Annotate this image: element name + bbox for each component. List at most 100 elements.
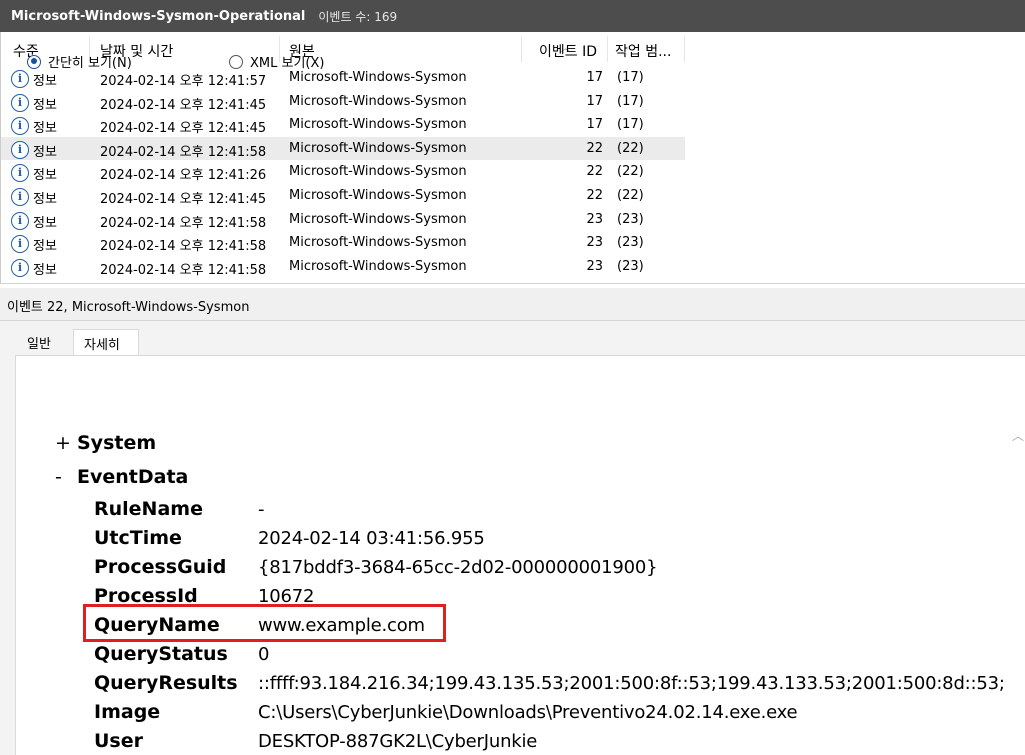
info-icon: i	[11, 93, 29, 112]
row-source: Microsoft-Windows-Sysmon	[289, 187, 467, 203]
table-row[interactable]: i 정보 2024-02-14 오후 12:41:45 Microsoft-Windo…	[1, 184, 685, 208]
field-value: 2024-02-14 03:41:56.955	[258, 528, 485, 549]
row-task: (22)	[617, 187, 644, 203]
row-event-id: 23	[586, 211, 603, 227]
row-source: Microsoft-Windows-Sysmon	[289, 93, 467, 109]
row-datetime: 2024-02-14 오후 12:41:58	[100, 239, 267, 255]
info-icon: i	[11, 211, 29, 230]
table-row[interactable]: i 정보 2024-02-14 오후 12:41:58 Microsoft-Windo…	[1, 136, 685, 161]
row-level: 정보	[33, 168, 57, 184]
radio-friendly-view[interactable]: 간단히 보기(N)	[27, 52, 132, 71]
row-source: Microsoft-Windows-Sysmon	[289, 211, 467, 227]
expand-icon[interactable]: +	[55, 432, 77, 454]
table-row[interactable]: i 정보 2024-02-14 오후 12:41:26 Microsoft-Windo…	[1, 160, 685, 184]
row-datetime: 2024-02-14 오후 12:41:58	[100, 144, 267, 160]
info-icon: i	[11, 187, 29, 206]
log-name: Microsoft-Windows-Sysmon-Operational	[11, 8, 306, 24]
row-task: (23)	[617, 235, 644, 251]
row-source: Microsoft-Windows-Sysmon	[289, 70, 467, 85]
field-value: 0	[258, 644, 270, 665]
event-rows: i 정보 2024-02-14 오후 12:41:57 Microsoft-Windo…	[1, 66, 685, 278]
row-task: (23)	[617, 258, 644, 274]
row-source: Microsoft-Windows-Sysmon	[289, 235, 467, 251]
field-name: UtcTime	[94, 527, 182, 549]
field-name: User	[94, 730, 143, 752]
radio-xml-label: XML 보기(X)	[250, 56, 325, 71]
tab-details[interactable]: 자세히	[73, 329, 139, 356]
section-eventdata[interactable]: - EventData	[55, 466, 188, 488]
scroll-up-icon[interactable]: ︿	[1012, 427, 1024, 444]
radio-friendly-label: 간단히 보기(N)	[48, 56, 132, 71]
section-system-label: System	[77, 432, 157, 454]
row-event-id: 22	[586, 140, 603, 156]
row-event-id: 22	[586, 164, 603, 180]
field-name: QueryResults	[94, 672, 238, 694]
section-system[interactable]: + System	[55, 432, 156, 454]
tab-general[interactable]: 일반	[27, 329, 51, 355]
highlight-box	[83, 604, 446, 642]
column-task[interactable]: 작업 범...	[615, 41, 671, 61]
table-row[interactable]: i 정보 2024-02-14 오후 12:41:45 Microsoft-Windo…	[1, 90, 685, 114]
event-list[interactable]: 수준 날짜 및 시간 원본 ︿ 이벤트 ID 작업 범... i 정보 2024-0…	[0, 32, 1025, 284]
row-datetime: 2024-02-14 오후 12:41:57	[100, 74, 267, 89]
row-source: Microsoft-Windows-Sysmon	[289, 140, 467, 156]
row-event-id: 23	[586, 235, 603, 251]
row-task: (23)	[617, 211, 644, 227]
column-separator[interactable]	[684, 36, 685, 62]
radio-selected-icon	[27, 54, 41, 69]
info-icon: i	[11, 140, 29, 159]
row-level: 정보	[33, 74, 57, 89]
radio-xml-view[interactable]: XML 보기(X)	[229, 52, 324, 71]
field-name: RuleName	[94, 498, 203, 520]
table-row[interactable]: i 정보 2024-02-14 오후 12:41:58 Microsoft-Windo…	[1, 208, 685, 232]
info-icon: i	[11, 258, 29, 277]
column-event-id[interactable]: 이벤트 ID	[539, 41, 597, 61]
row-source: Microsoft-Windows-Sysmon	[289, 117, 467, 133]
radio-unselected-icon	[229, 54, 243, 69]
field-value: DESKTOP-887GK2L\CyberJunkie	[258, 731, 538, 752]
event-detail-header: 이벤트 22, Microsoft-Windows-Sysmon	[0, 288, 1025, 321]
table-row[interactable]: i 정보 2024-02-14 오후 12:41:45 Microsoft-Windo…	[1, 113, 685, 137]
field-name: ProcessGuid	[94, 556, 227, 578]
event-count: 이벤트 수: 169	[318, 9, 398, 24]
info-icon: i	[11, 117, 29, 136]
row-datetime: 2024-02-14 오후 12:41:45	[100, 97, 267, 113]
table-row[interactable]: i 정보 2024-02-14 오후 12:41:58 Microsoft-Windo…	[1, 231, 685, 255]
row-event-id: 17	[586, 70, 603, 85]
row-event-id: 23	[586, 258, 603, 274]
field-value: {817bddf3-3684-65cc-2d02-000000001900}	[258, 557, 658, 578]
row-datetime: 2024-02-14 오후 12:41:58	[100, 262, 267, 278]
column-header: 수준 날짜 및 시간 원본 ︿ 이벤트 ID 작업 범...	[1, 32, 1025, 66]
row-datetime: 2024-02-14 오후 12:41:45	[100, 191, 267, 207]
row-task: (17)	[617, 70, 644, 85]
row-event-id: 17	[586, 117, 603, 133]
field-value: C:\Users\CyberJunkie\Downloads\Preventiv…	[258, 702, 798, 723]
row-datetime: 2024-02-14 오후 12:41:58	[100, 215, 267, 231]
info-icon: i	[11, 70, 29, 88]
section-eventdata-label: EventData	[77, 466, 189, 488]
row-level: 정보	[33, 191, 57, 207]
row-datetime: 2024-02-14 오후 12:41:45	[100, 121, 267, 137]
column-separator[interactable]	[607, 36, 608, 62]
row-task: (22)	[617, 164, 644, 180]
row-task: (17)	[617, 93, 644, 109]
table-row[interactable]: i 정보 2024-02-14 오후 12:41:58 Microsoft-Windo…	[1, 255, 685, 279]
collapse-icon[interactable]: -	[55, 466, 77, 488]
field-name: Image	[94, 701, 161, 723]
log-titlebar: Microsoft-Windows-Sysmon-Operational 이벤트…	[0, 0, 1025, 32]
row-datetime: 2024-02-14 오후 12:41:26	[100, 168, 267, 184]
row-task: (17)	[617, 117, 644, 133]
info-icon: i	[11, 235, 29, 254]
row-level: 정보	[33, 215, 57, 231]
row-level: 정보	[33, 144, 57, 160]
row-event-id: 22	[586, 187, 603, 203]
column-separator[interactable]	[521, 36, 522, 62]
row-source: Microsoft-Windows-Sysmon	[289, 258, 467, 274]
row-level: 정보	[33, 239, 57, 255]
row-event-id: 17	[586, 93, 603, 109]
row-level: 정보	[33, 121, 57, 137]
field-value: ::ffff:93.184.216.34;199.43.135.53;2001:…	[258, 673, 1005, 694]
row-level: 정보	[33, 262, 57, 278]
field-name: QueryStatus	[94, 643, 228, 665]
row-level: 정보	[33, 97, 57, 113]
